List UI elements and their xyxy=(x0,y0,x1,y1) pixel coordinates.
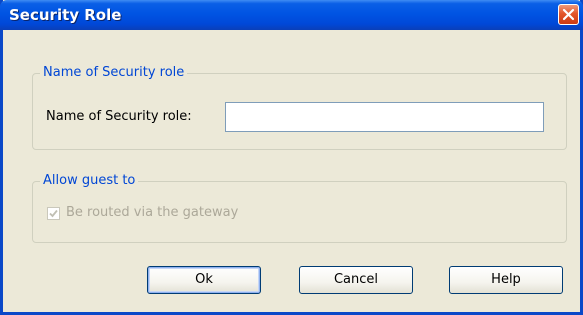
close-icon xyxy=(562,8,575,21)
checkmark-icon xyxy=(49,209,58,218)
allow-guest-groupbox: Allow guest to Be routed via the gateway xyxy=(32,173,567,243)
help-button[interactable]: Help xyxy=(449,266,563,294)
name-groupbox: Name of Security role Name of Security r… xyxy=(32,65,567,150)
security-role-name-input[interactable] xyxy=(225,102,544,132)
name-group-legend: Name of Security role xyxy=(40,65,188,80)
cancel-button[interactable]: Cancel xyxy=(299,266,413,294)
title-bar[interactable]: Security Role xyxy=(0,0,583,30)
allow-guest-group-legend: Allow guest to xyxy=(40,173,139,188)
security-role-name-label: Name of Security role: xyxy=(46,109,192,124)
close-button[interactable] xyxy=(558,4,579,25)
routed-via-gateway-checkbox[interactable] xyxy=(47,207,60,220)
ok-button[interactable]: Ok xyxy=(147,266,261,294)
routed-via-gateway-label: Be routed via the gateway xyxy=(66,205,239,220)
window-title: Security Role xyxy=(9,6,122,24)
security-role-dialog: Security Role Name of Security role Name… xyxy=(0,0,583,315)
